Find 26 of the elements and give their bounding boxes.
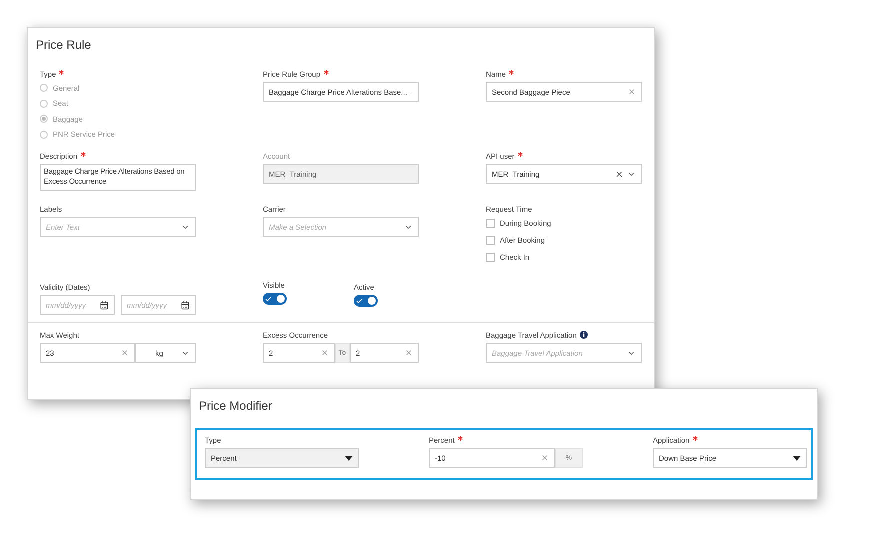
caret-down-icon[interactable]: [345, 456, 353, 460]
radio-button[interactable]: [40, 84, 48, 92]
checkbox[interactable]: [486, 218, 495, 228]
info-icon[interactable]: [580, 331, 588, 339]
required-icon: [324, 70, 329, 75]
caret-down-icon[interactable]: [793, 456, 801, 460]
required-icon: [509, 70, 514, 75]
radio-button[interactable]: [40, 100, 48, 108]
clear-icon[interactable]: [615, 170, 624, 178]
required-icon: [80, 152, 86, 157]
check-icon: [356, 298, 363, 304]
panel-title: Price Rule: [35, 37, 92, 54]
checkbox[interactable]: [486, 236, 495, 244]
toggle-switch[interactable]: [263, 293, 287, 305]
calendar-icon[interactable]: [100, 300, 109, 310]
calendar-icon[interactable]: [181, 300, 190, 310]
radio-button[interactable]: [40, 115, 48, 123]
required-icon: [458, 436, 463, 441]
required-icon: [518, 152, 523, 157]
check-icon: [265, 296, 272, 302]
toggle-switch[interactable]: [354, 295, 378, 307]
checkbox[interactable]: [486, 252, 495, 262]
required-icon: [692, 436, 698, 441]
panel-title: Price Modifier: [198, 398, 274, 415]
radio-button[interactable]: [40, 130, 48, 138]
required-icon: [59, 70, 64, 75]
